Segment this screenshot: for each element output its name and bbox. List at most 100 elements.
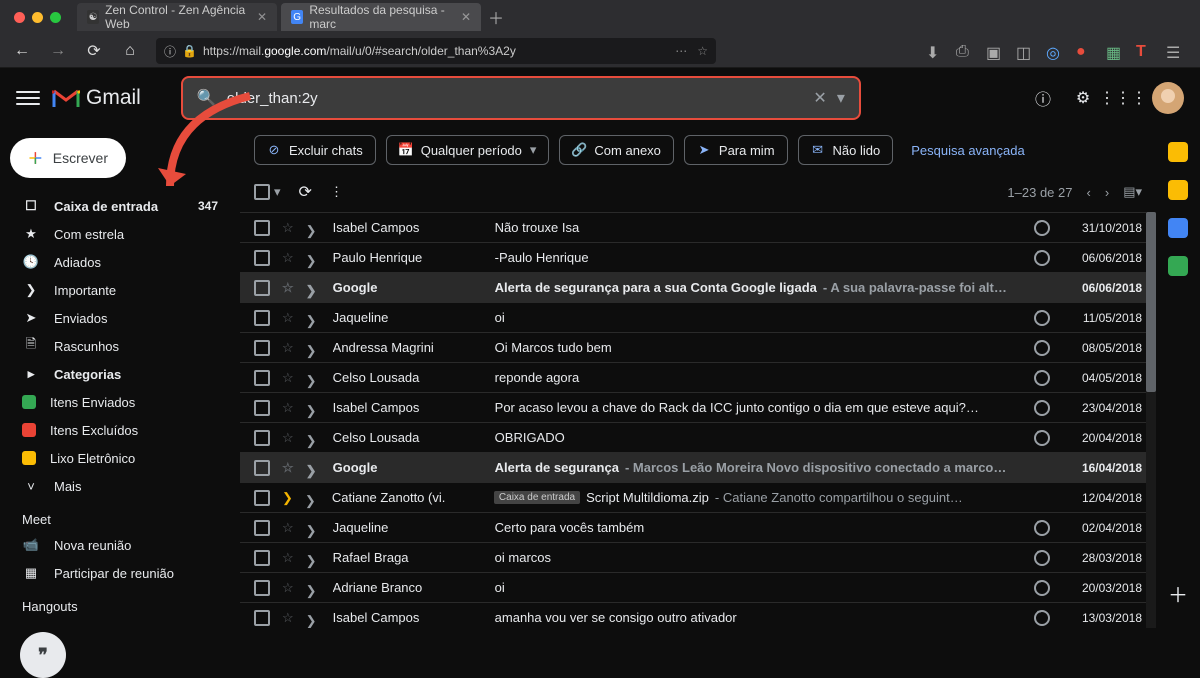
importance-icon[interactable]: ❯ [306,463,321,473]
star-icon[interactable]: ☆ [282,520,294,536]
mail-row[interactable]: ☆❯Celso LousadaOBRIGADO20/04/2018 [240,422,1156,452]
filter-chip[interactable]: ✉Não lido [798,135,894,165]
sidebar-item[interactable]: Lixo Eletrônico [0,444,240,472]
importance-icon[interactable]: ❯ [306,343,321,353]
ext-icon[interactable]: T [1136,43,1152,59]
row-checkbox[interactable] [254,280,270,296]
importance-icon[interactable]: ❯ [306,283,321,293]
new-tab-button[interactable]: ＋ [485,6,507,28]
importance-icon[interactable]: ❯ [306,613,321,623]
mail-row[interactable]: ☆❯Celso Lousadareponde agora04/05/2018 [240,362,1156,392]
mail-row[interactable]: ☆❯Paulo Henrique-Paulo Henrique06/06/201… [240,242,1156,272]
row-checkbox[interactable] [254,460,270,476]
star-icon[interactable]: ☆ [282,460,294,476]
row-checkbox[interactable] [254,580,270,596]
apps-grid-icon[interactable]: ⋮⋮⋮ [1112,87,1134,109]
row-checkbox[interactable] [254,340,270,356]
row-checkbox[interactable] [254,610,270,626]
star-icon[interactable]: ☆ [282,220,294,236]
sidebar-item[interactable]: Itens Excluídos [0,416,240,444]
filter-chip[interactable]: ⊘Excluir chats [254,135,376,165]
select-all-checkbox[interactable] [254,184,270,200]
mail-row[interactable]: ☆❯GoogleAlerta de segurança para a sua C… [240,272,1156,302]
row-checkbox[interactable] [254,490,270,506]
sidebar-item[interactable]: ➤Enviados [0,304,240,332]
back-button[interactable]: ← [8,37,36,65]
row-checkbox[interactable] [254,400,270,416]
clear-search-icon[interactable]: ✕ [813,88,826,108]
row-checkbox[interactable] [254,370,270,386]
scrollbar[interactable] [1146,212,1156,628]
filter-chip[interactable]: ➤Para mim [684,135,788,165]
maximize-window-icon[interactable] [50,12,61,23]
density-icon[interactable]: ▤▾ [1123,184,1142,200]
row-checkbox[interactable] [254,310,270,326]
compose-button[interactable]: Escrever [10,138,126,178]
window-controls[interactable] [8,12,61,23]
mail-row[interactable]: ☆❯JaquelineCerto para vocês também02/04/… [240,512,1156,542]
star-icon[interactable]: ☆ [282,340,294,356]
library-icon[interactable]: ⎙ [956,43,972,59]
star-icon[interactable]: ☆ [282,550,294,566]
bookmark-icon[interactable]: ☆ [697,44,708,58]
menu-icon[interactable]: ☰ [1166,43,1182,59]
search-icon[interactable]: 🔍 [197,88,217,108]
star-icon[interactable]: ☆ [282,250,294,266]
next-page-icon[interactable]: › [1105,185,1109,200]
star-icon[interactable]: ☆ [282,430,294,446]
sidebar-item[interactable]: ☐Caixa de entrada347 [0,192,240,220]
mail-row[interactable]: ☆❯Jaquelineoi11/05/2018 [240,302,1156,332]
star-icon[interactable]: ☆ [282,370,294,386]
meet-item[interactable]: ▦Participar de reunião [0,559,240,587]
add-icon[interactable]: ＋ [1168,579,1188,608]
side-panel-app-icon[interactable] [1168,256,1188,276]
meet-item[interactable]: 📹Nova reunião [0,531,240,559]
prev-page-icon[interactable]: ‹ [1087,185,1091,200]
search-input[interactable] [227,90,804,107]
address-bar[interactable]: ⓘ 🔒 https://mail.google.com/mail/u/0/#se… [156,38,716,64]
importance-icon[interactable]: ❯ [306,403,321,413]
row-checkbox[interactable] [254,520,270,536]
row-checkbox[interactable] [254,430,270,446]
side-panel-app-icon[interactable] [1168,142,1188,162]
advanced-search-link[interactable]: Pesquisa avançada [911,143,1024,158]
settings-icon[interactable]: ⚙ [1072,87,1094,109]
forward-button[interactable]: → [44,37,72,65]
sidebar-item[interactable]: Itens Enviados [0,388,240,416]
importance-icon[interactable]: ❯ [306,253,321,263]
search-options-icon[interactable]: ▾ [837,88,845,108]
mail-row[interactable]: ☆❯Isabel CamposPor acaso levou a chave d… [240,392,1156,422]
side-panel-app-icon[interactable] [1168,218,1188,238]
ext-icon[interactable]: ● [1076,43,1092,59]
select-dropdown-icon[interactable]: ▾ [274,184,281,200]
main-menu-button[interactable] [16,86,40,110]
importance-icon[interactable]: ❯ [306,223,321,233]
importance-icon[interactable]: ❯ [306,523,321,533]
ext-icon[interactable]: ◎ [1046,43,1062,59]
importance-icon[interactable]: ❯ [306,553,321,563]
more-actions-icon[interactable]: ⋮ [330,184,343,200]
sidebar-item[interactable]: 🗎Rascunhos [0,332,240,360]
sidebar-item[interactable]: ★Com estrela [0,220,240,248]
row-checkbox[interactable] [254,550,270,566]
sidebar-item[interactable]: ▸Categorias [0,360,240,388]
importance-icon[interactable]: ❯ [306,373,321,383]
filter-chip[interactable]: 🔗Com anexo [559,135,673,165]
mail-row[interactable]: ❯❯Catiane Zanotto (vi.Caixa de entrada S… [240,482,1156,512]
browser-tab-active[interactable]: G Resultados da pesquisa - marc ✕ [281,3,481,31]
star-icon[interactable]: ☆ [282,580,294,596]
search-box[interactable]: 🔍 ✕ ▾ [181,76,861,120]
download-icon[interactable]: ⬇ [926,43,942,59]
close-tab-icon[interactable]: ✕ [461,10,471,24]
more-icon[interactable]: ⋯ [675,44,687,58]
gmail-logo[interactable]: Gmail [52,86,141,110]
home-button[interactable]: ⌂ [116,37,144,65]
row-checkbox[interactable] [254,250,270,266]
scrollbar-thumb[interactable] [1146,212,1156,392]
book-icon[interactable]: ▣ [986,43,1002,59]
importance-icon[interactable]: ❯ [305,493,320,503]
sidebar-item[interactable]: 🕓Adiados [0,248,240,276]
filter-chip[interactable]: 📅Qualquer período▾ [386,135,550,165]
minimize-window-icon[interactable] [32,12,43,23]
refresh-icon[interactable]: ⟳ [299,182,312,202]
